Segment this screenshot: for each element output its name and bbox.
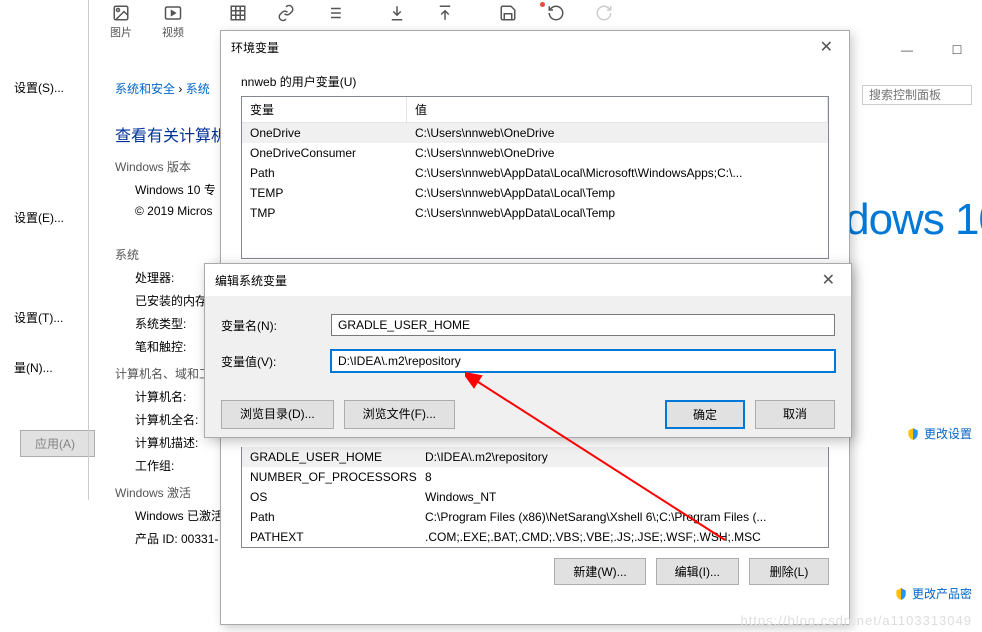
video-icon (164, 4, 182, 22)
dialog-titlebar: 环境变量 ✕ (221, 31, 849, 63)
table-row[interactable]: PATHEXT.COM;.EXE;.BAT;.CMD;.VBS;.VBE;.JS… (242, 527, 828, 547)
image-icon (112, 4, 130, 22)
windows-logo: dows 10 (845, 195, 982, 245)
properties-sidebar: 设置(S)... 设置(E)... 设置(T)... 量(N)... 应用(A) (0, 0, 95, 457)
settings-s-button[interactable]: 设置(S)... (4, 75, 91, 100)
change-product-key-link[interactable]: 更改产品密 (894, 585, 972, 602)
table-row[interactable]: TMPC:\Users\nnweb\AppData\Local\Temp (242, 203, 828, 223)
settings-e-button[interactable]: 设置(E)... (4, 205, 91, 230)
link-icon (277, 4, 295, 22)
maximize-button[interactable]: ☐ (942, 40, 972, 60)
table-row[interactable]: OneDriveConsumerC:\Users\nnweb\OneDrive (242, 143, 828, 163)
unsaved-indicator-icon (540, 2, 545, 7)
change-settings-link[interactable]: 更改设置 (906, 425, 972, 442)
save-icon (499, 4, 517, 22)
dialog-titlebar: 编辑系统变量 ✕ (205, 264, 851, 296)
window-controls: — ☐ (892, 40, 972, 60)
browse-file-button[interactable]: 浏览文件(F)... (344, 400, 455, 429)
edit-button[interactable]: 编辑(I)... (656, 558, 739, 585)
ok-button[interactable]: 确定 (665, 400, 745, 429)
system-variables-table[interactable]: GRADLE_USER_HOMED:\IDEA\.m2\repository N… (241, 447, 829, 548)
variable-value-input[interactable] (331, 350, 835, 372)
browse-directory-button[interactable]: 浏览目录(D)... (221, 400, 334, 429)
variable-name-input[interactable] (331, 314, 835, 336)
env-vars-n-button[interactable]: 量(N)... (4, 355, 91, 380)
table-row[interactable]: NUMBER_OF_PROCESSORS8 (242, 467, 828, 487)
new-button[interactable]: 新建(W)... (554, 558, 645, 585)
watermark: https://blog.csdn.net/a1103313049 (740, 613, 972, 628)
close-button[interactable]: ✕ (814, 37, 839, 57)
undo-icon (547, 4, 565, 22)
redo-icon (595, 4, 613, 22)
table-row[interactable]: OneDriveC:\Users\nnweb\OneDrive (242, 123, 828, 143)
table-row[interactable]: PathC:\Users\nnweb\AppData\Local\Microso… (242, 163, 828, 183)
variable-name-label: 变量名(N): (221, 317, 331, 334)
shield-icon (894, 587, 908, 601)
toolbar-image[interactable]: 图片 (110, 4, 132, 40)
toolbar-video[interactable]: 视频 (162, 4, 184, 40)
column-header[interactable]: 值 (407, 97, 828, 122)
breadcrumb-link[interactable]: 系统 (186, 82, 210, 96)
table-row[interactable]: OSWindows_NT (242, 487, 828, 507)
table-row[interactable]: GRADLE_USER_HOMED:\IDEA\.m2\repository (242, 447, 828, 467)
settings-t-button[interactable]: 设置(T)... (4, 305, 91, 330)
delete-button[interactable]: 删除(L) (749, 558, 829, 585)
table-row[interactable]: TEMPC:\Users\nnweb\AppData\Local\Temp (242, 183, 828, 203)
user-vars-label: nnweb 的用户变量(U) (241, 73, 829, 90)
divider (88, 0, 89, 500)
edit-system-variable-dialog: 编辑系统变量 ✕ 变量名(N): 变量值(V): 浏览目录(D)... 浏览文件… (204, 263, 852, 438)
dialog-title-text: 环境变量 (231, 39, 279, 56)
dialog-title-text: 编辑系统变量 (215, 272, 287, 289)
variable-value-label: 变量值(V): (221, 353, 331, 370)
download-icon (388, 4, 406, 22)
column-header[interactable]: 变量 (242, 97, 407, 122)
cancel-button[interactable]: 取消 (755, 400, 835, 429)
close-button[interactable]: ✕ (816, 270, 841, 290)
apply-button[interactable]: 应用(A) (20, 430, 95, 457)
upload-icon (436, 4, 454, 22)
user-variables-table[interactable]: 变量 值 OneDriveC:\Users\nnweb\OneDrive One… (241, 96, 829, 259)
table-row[interactable]: PathC:\Program Files (x86)\NetSarang\Xsh… (242, 507, 828, 527)
shield-icon (906, 427, 920, 441)
table-icon (229, 4, 247, 22)
list-icon (325, 4, 343, 22)
minimize-button[interactable]: — (892, 40, 922, 60)
breadcrumb-link[interactable]: 系统和安全 (115, 82, 175, 96)
